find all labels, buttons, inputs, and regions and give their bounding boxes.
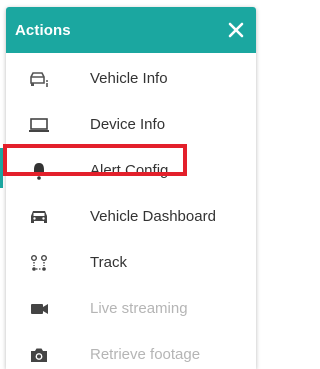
car-icon xyxy=(28,207,50,227)
video-camera-icon xyxy=(28,299,50,319)
menu-item-label: Device Info xyxy=(90,116,166,133)
menu-item-label: Vehicle Dashboard xyxy=(90,208,216,225)
background-accent xyxy=(0,148,3,188)
menu-item-live-streaming: Live streaming xyxy=(6,287,256,331)
menu-item-label: Vehicle Info xyxy=(90,70,168,87)
camera-icon xyxy=(28,345,50,365)
menu-item-device-info[interactable]: Device Info xyxy=(6,103,256,147)
close-button[interactable] xyxy=(224,18,248,42)
close-icon xyxy=(228,22,244,38)
menu-item-retrieve-footage: Retrieve footage xyxy=(6,333,256,369)
panel-header: Actions xyxy=(6,7,256,53)
vehicle-info-icon xyxy=(28,69,50,89)
menu-item-alert-config[interactable]: Alert Config xyxy=(6,149,256,193)
menu-item-label: Live streaming xyxy=(90,300,188,317)
actions-panel: Actions Vehicle Info Device Info Alert C… xyxy=(6,7,256,369)
bell-icon xyxy=(28,161,50,181)
menu-item-label: Retrieve footage xyxy=(90,346,201,363)
menu-item-label: Track xyxy=(90,254,127,271)
menu-item-vehicle-dashboard[interactable]: Vehicle Dashboard xyxy=(6,195,256,239)
menu-item-track[interactable]: Track xyxy=(6,241,256,285)
menu-item-label: Alert Config xyxy=(90,162,169,179)
menu-item-vehicle-info[interactable]: Vehicle Info xyxy=(6,57,256,101)
laptop-icon xyxy=(28,115,50,135)
panel-title: Actions xyxy=(15,22,71,39)
route-icon xyxy=(28,253,50,273)
